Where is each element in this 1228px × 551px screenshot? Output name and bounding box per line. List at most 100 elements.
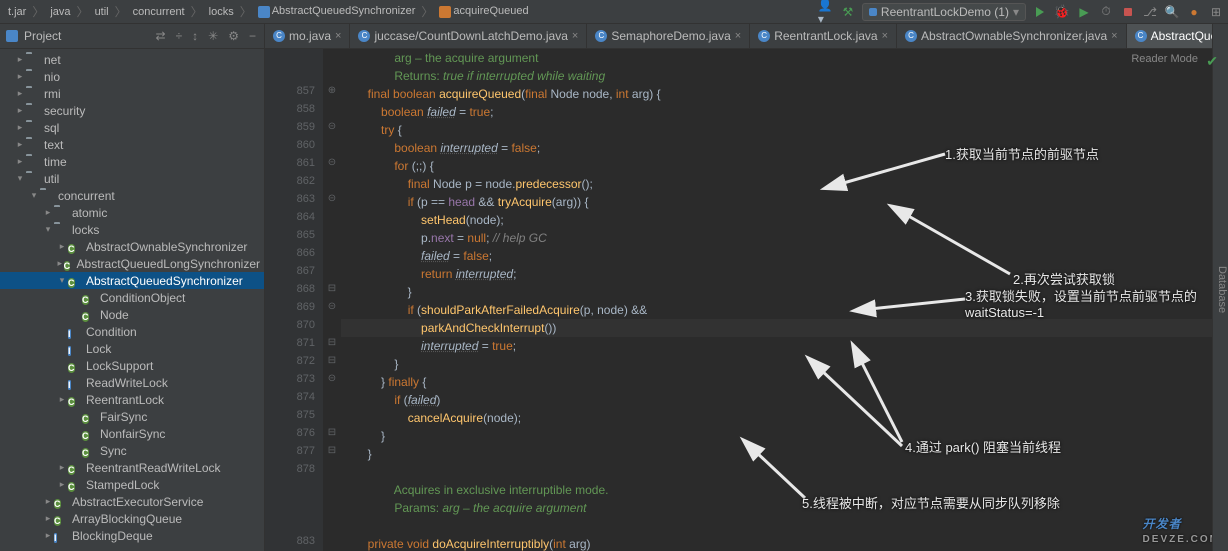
- tool-settings[interactable]: ⚙: [226, 29, 241, 43]
- tool-select[interactable]: ⇄: [154, 29, 168, 43]
- breadcrumb-item[interactable]: concurrent: [129, 5, 189, 19]
- breadcrumb-item[interactable]: AbstractQueuedSynchronizer: [254, 4, 420, 18]
- fold-icon[interactable]: ⊝: [323, 373, 341, 384]
- tree-item[interactable]: ▸CAbstractOwnableSynchronizer: [0, 238, 264, 255]
- build-icon[interactable]: ⚒: [840, 4, 856, 20]
- code-line[interactable]: Returns: true if interrupted while waiti…: [341, 67, 1212, 85]
- run-config-selector[interactable]: ReentrantLockDemo (1) ▾: [862, 3, 1026, 21]
- profile-icon[interactable]: ⏱: [1098, 4, 1114, 20]
- breadcrumb-item[interactable]: util: [91, 5, 113, 19]
- code-line[interactable]: }: [341, 355, 1212, 373]
- code-line[interactable]: private void doAcquireInterruptibly(int …: [341, 535, 1212, 551]
- code-line[interactable]: }: [341, 427, 1212, 445]
- stop-icon[interactable]: [1120, 4, 1136, 20]
- tool-hide[interactable]: −: [247, 29, 258, 43]
- right-tool-rail[interactable]: Database: [1212, 24, 1228, 551]
- tree-item[interactable]: CSync: [0, 442, 264, 459]
- code-line[interactable]: p.next = null; // help GC: [341, 229, 1212, 247]
- editor-tab[interactable]: CReentrantLock.java×: [750, 24, 897, 48]
- code-line[interactable]: final boolean acquireQueued(final Node n…: [341, 85, 1212, 103]
- coverage-icon[interactable]: ▶: [1076, 4, 1092, 20]
- fold-icon[interactable]: ⊟: [323, 445, 341, 456]
- code-line[interactable]: if (shouldParkAfterFailedAcquire(p, node…: [341, 301, 1212, 319]
- code-line[interactable]: setHead(node);: [341, 211, 1212, 229]
- editor-tab[interactable]: Cmo.java×: [265, 24, 350, 48]
- breadcrumb-item[interactable]: java: [46, 5, 74, 19]
- search-icon[interactable]: 🔍: [1164, 4, 1180, 20]
- tree-item[interactable]: ICondition: [0, 323, 264, 340]
- code-line[interactable]: }: [341, 283, 1212, 301]
- code-line[interactable]: }: [341, 445, 1212, 463]
- tree-item[interactable]: ▸CAbstractQueuedLongSynchronizer: [0, 255, 264, 272]
- tree-item[interactable]: CNode: [0, 306, 264, 323]
- code-line[interactable]: try {: [341, 121, 1212, 139]
- fold-icon[interactable]: ⊝: [323, 301, 341, 312]
- tree-item[interactable]: ▸CArrayBlockingQueue: [0, 510, 264, 527]
- debug-icon[interactable]: 🐞: [1054, 4, 1070, 20]
- editor-tab[interactable]: Cjuccase/CountDownLatchDemo.java×: [350, 24, 587, 48]
- breadcrumb-item[interactable]: t.jar: [4, 5, 30, 19]
- tree-item[interactable]: ▸time: [0, 153, 264, 170]
- tree-item[interactable]: ▾concurrent: [0, 187, 264, 204]
- breadcrumb-item[interactable]: locks: [205, 5, 238, 19]
- tree-item[interactable]: ▸net: [0, 51, 264, 68]
- close-icon[interactable]: ×: [572, 30, 578, 42]
- code-line[interactable]: arg – the acquire argument: [341, 49, 1212, 67]
- fold-icon[interactable]: ⊟: [323, 427, 341, 438]
- tree-item[interactable]: ▸atomic: [0, 204, 264, 221]
- git-icon[interactable]: ⎇: [1142, 4, 1158, 20]
- code-line[interactable]: Params: arg – the acquire argument: [341, 499, 1212, 517]
- settings-icon[interactable]: ⊞: [1208, 4, 1224, 20]
- code-lines[interactable]: arg – the acquire argument Returns: true…: [341, 49, 1212, 551]
- tree-item[interactable]: ILock: [0, 340, 264, 357]
- tree-item[interactable]: CConditionObject: [0, 289, 264, 306]
- tree-item[interactable]: ▸security: [0, 102, 264, 119]
- close-icon[interactable]: ×: [735, 30, 741, 42]
- tree-item[interactable]: ▸CStampedLock: [0, 476, 264, 493]
- tree-item[interactable]: ▸CAbstractExecutorService: [0, 493, 264, 510]
- tree-item[interactable]: ▸IBlockingDeque: [0, 527, 264, 544]
- project-tree[interactable]: ▸net▸nio▸rmi▸security▸sql▸text▸time▾util…: [0, 49, 264, 551]
- editor-tabs[interactable]: Cmo.java×Cjuccase/CountDownLatchDemo.jav…: [265, 24, 1228, 49]
- close-icon[interactable]: ×: [335, 30, 341, 42]
- fold-icon[interactable]: ⊕: [323, 85, 341, 96]
- code-line[interactable]: failed = false;: [341, 247, 1212, 265]
- tree-item[interactable]: ▾util: [0, 170, 264, 187]
- code-line[interactable]: interrupted = true;: [341, 337, 1212, 355]
- code-line[interactable]: return interrupted;: [341, 265, 1212, 283]
- tool-collapse[interactable]: ✳: [206, 29, 220, 43]
- tool-sort[interactable]: ↕: [190, 29, 200, 43]
- fold-icon[interactable]: ⊟: [323, 355, 341, 366]
- tree-item[interactable]: CFairSync: [0, 408, 264, 425]
- code-line[interactable]: if (p == head && tryAcquire(arg)) {: [341, 193, 1212, 211]
- code-editor[interactable]: Reader Mode ✔ arg – the acquire argument…: [265, 49, 1228, 551]
- code-line[interactable]: if (failed): [341, 391, 1212, 409]
- breadcrumb-item[interactable]: acquireQueued: [435, 4, 532, 18]
- code-line[interactable]: [341, 463, 1212, 481]
- fold-icon[interactable]: ⊝: [323, 193, 341, 204]
- code-line[interactable]: } finally {: [341, 373, 1212, 391]
- code-line[interactable]: parkAndCheckInterrupt()): [341, 319, 1212, 337]
- code-line[interactable]: [341, 517, 1212, 535]
- tree-item[interactable]: ▾locks: [0, 221, 264, 238]
- tree-item[interactable]: ▸rmi: [0, 85, 264, 102]
- run-icon[interactable]: [1032, 4, 1048, 20]
- tree-item[interactable]: ▸text: [0, 136, 264, 153]
- tree-item[interactable]: ▸CReentrantLock: [0, 391, 264, 408]
- tree-item[interactable]: IReadWriteLock: [0, 374, 264, 391]
- tree-item[interactable]: ▸sql: [0, 119, 264, 136]
- code-line[interactable]: final Node p = node.predecessor();: [341, 175, 1212, 193]
- fold-icon[interactable]: ⊝: [323, 157, 341, 168]
- code-line[interactable]: cancelAcquire(node);: [341, 409, 1212, 427]
- fold-icon[interactable]: ⊟: [323, 337, 341, 348]
- breadcrumb[interactable]: t.jar〉java〉util〉concurrent〉locks〉Abstrac…: [4, 3, 818, 20]
- tree-item[interactable]: CNonfairSync: [0, 425, 264, 442]
- editor-tab[interactable]: CAbstractOwnableSynchronizer.java×: [897, 24, 1127, 48]
- code-line[interactable]: for (;;) {: [341, 157, 1212, 175]
- fold-icon[interactable]: ⊝: [323, 121, 341, 132]
- code-line[interactable]: Acquires in exclusive interruptible mode…: [341, 481, 1212, 499]
- close-icon[interactable]: ×: [1111, 30, 1117, 42]
- editor-tab[interactable]: CSemaphoreDemo.java×: [587, 24, 750, 48]
- close-icon[interactable]: ×: [882, 30, 888, 42]
- ide-update-icon[interactable]: ●: [1186, 4, 1202, 20]
